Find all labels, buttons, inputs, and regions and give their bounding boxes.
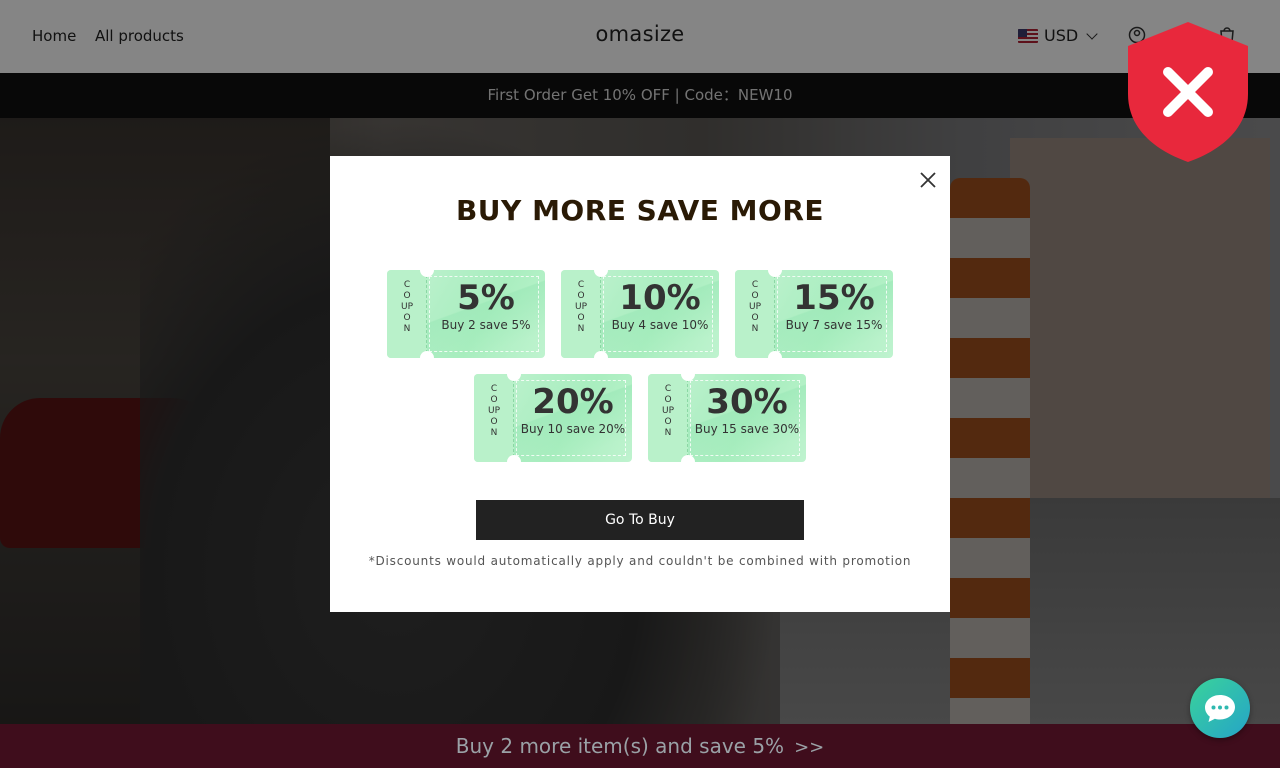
coupon-word: COUPON (662, 384, 675, 438)
blocked-shield-icon (1128, 22, 1248, 162)
coupon-desc: Buy 7 save 15% (785, 318, 883, 332)
coupon-card[interactable]: COUPON 10% Buy 4 save 10% (561, 270, 719, 358)
close-icon[interactable] (918, 170, 938, 190)
coupon-percent: 15% (793, 278, 875, 318)
coupon-percent: 10% (619, 278, 701, 318)
bundle-arrows: >> (794, 737, 825, 758)
coupon-word: COUPON (401, 280, 414, 334)
coupon-card[interactable]: COUPON 5% Buy 2 save 5% (387, 270, 545, 358)
popup-title: BUY MORE SAVE MORE (455, 194, 825, 227)
coupon-word: COUPON (488, 384, 501, 438)
coupon-percent: 5% (457, 278, 515, 318)
coupon-card[interactable]: COUPON 15% Buy 7 save 15% (735, 270, 893, 358)
promo-popup: BUY MORE SAVE MORE COUPON 5% Buy 2 save … (330, 156, 950, 612)
discount-note: *Discounts would automatically apply and… (368, 554, 912, 568)
coupon-card[interactable]: COUPON 20% Buy 10 save 20% (474, 374, 632, 462)
coupon-card[interactable]: COUPON 30% Buy 15 save 30% (648, 374, 806, 462)
coupon-desc: Buy 15 save 30% (694, 422, 800, 436)
coupon-word: COUPON (749, 280, 762, 334)
chat-button[interactable] (1190, 678, 1250, 738)
bundle-progress-bar[interactable]: Buy 2 more item(s) and save 5% >> (0, 724, 1280, 768)
chat-icon (1205, 695, 1235, 722)
coupon-desc: Buy 2 save 5% (441, 318, 531, 332)
coupon-desc: Buy 4 save 10% (611, 318, 709, 332)
coupon-percent: 30% (706, 382, 788, 422)
coupon-desc: Buy 10 save 20% (520, 422, 626, 436)
go-to-buy-button[interactable]: Go To Buy (476, 500, 804, 540)
coupon-percent: 20% (532, 382, 614, 422)
bundle-progress-text: Buy 2 more item(s) and save 5% (455, 734, 785, 758)
coupon-word: COUPON (575, 280, 588, 334)
